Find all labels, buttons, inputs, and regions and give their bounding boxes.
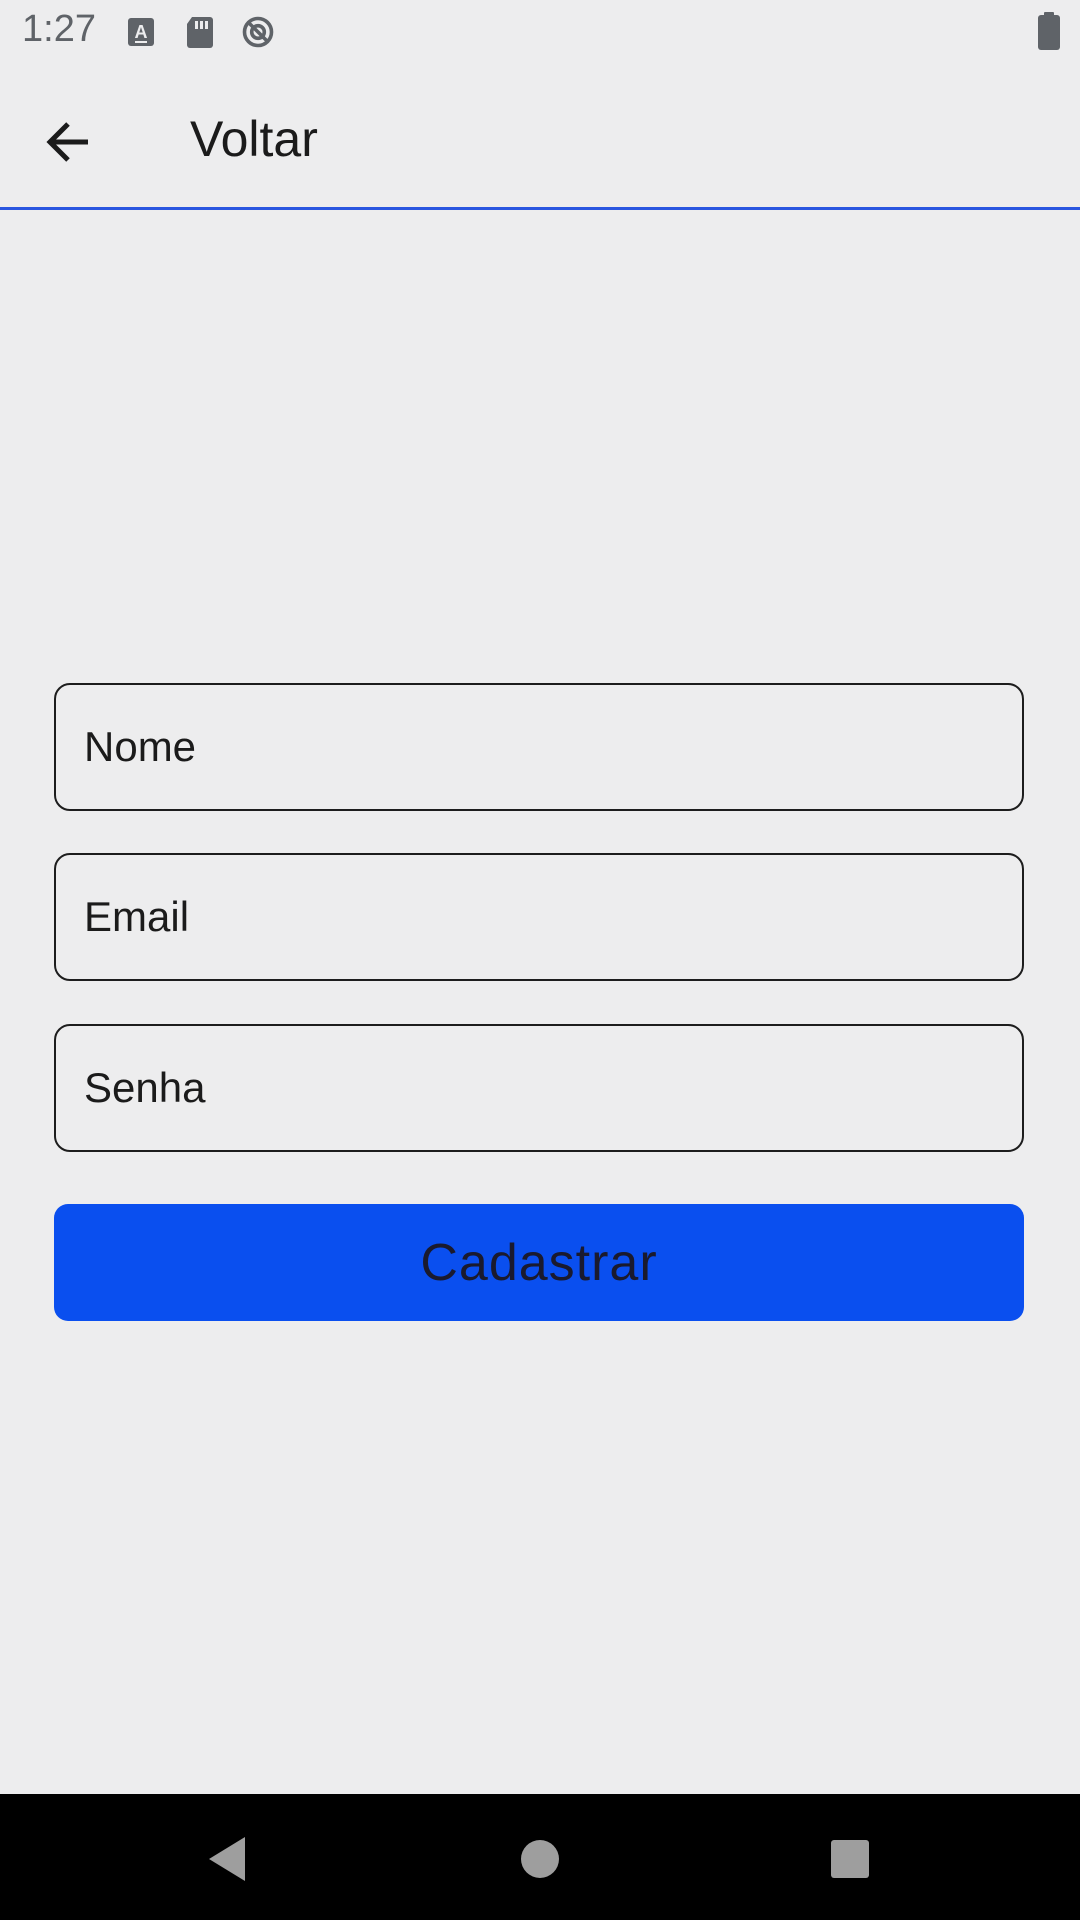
- navigation-bar: [0, 1794, 1080, 1920]
- email-field[interactable]: [54, 853, 1024, 981]
- nav-home-button[interactable]: [505, 1824, 575, 1894]
- svg-text:A: A: [135, 22, 148, 42]
- status-icons: A: [124, 12, 276, 52]
- square-recents-icon: [831, 1840, 869, 1878]
- triangle-back-icon: [209, 1837, 245, 1881]
- nav-recents-button[interactable]: [815, 1824, 885, 1894]
- sd-card-icon: [187, 17, 213, 48]
- back-button[interactable]: [28, 102, 108, 182]
- name-input[interactable]: [82, 722, 1022, 772]
- keyboard-a-icon: A: [128, 18, 154, 46]
- battery-icon: [1038, 12, 1060, 50]
- email-input[interactable]: [82, 892, 1022, 942]
- password-input[interactable]: [82, 1063, 1022, 1113]
- page-title: Voltar: [190, 111, 318, 167]
- app-bar: Voltar: [0, 64, 1080, 208]
- register-button[interactable]: Cadastrar: [54, 1204, 1024, 1321]
- arrow-back-icon: [46, 122, 88, 162]
- no-sync-icon: [242, 16, 274, 48]
- status-bar: 1:27 A: [0, 0, 1080, 64]
- password-field[interactable]: [54, 1024, 1024, 1152]
- name-field[interactable]: [54, 683, 1024, 811]
- circle-home-icon: [521, 1840, 559, 1878]
- status-time: 1:27: [22, 8, 96, 50]
- app-bar-divider: [0, 207, 1080, 210]
- nav-back-button[interactable]: [192, 1824, 262, 1894]
